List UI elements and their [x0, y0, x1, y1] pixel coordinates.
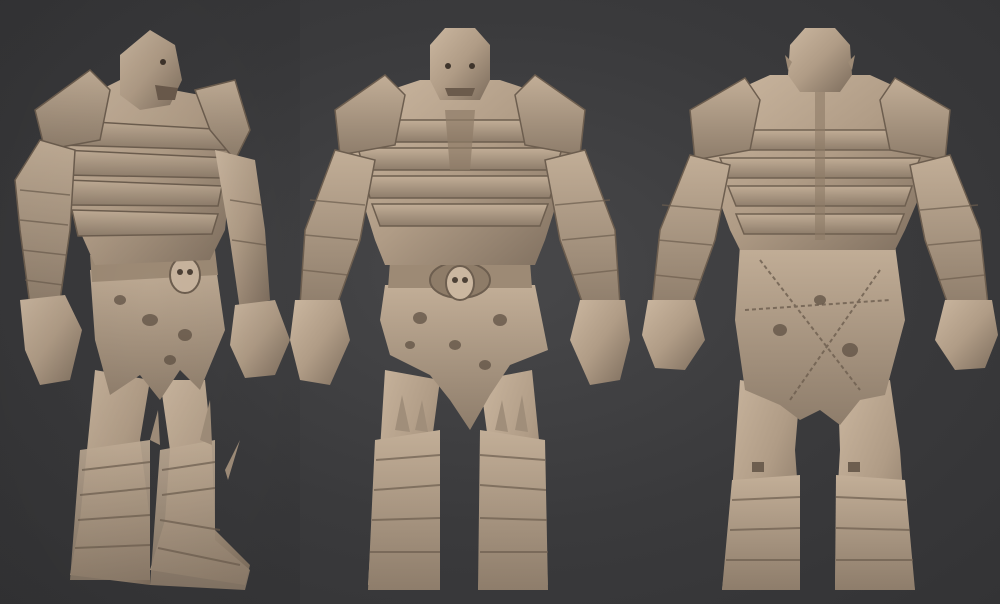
figure-back-view: [642, 28, 998, 590]
turnaround-render: [0, 0, 1000, 604]
figure-three-quarter-view: [0, 0, 300, 604]
figure-front-view: [290, 28, 630, 590]
sculpt-canvas: [0, 0, 998, 604]
